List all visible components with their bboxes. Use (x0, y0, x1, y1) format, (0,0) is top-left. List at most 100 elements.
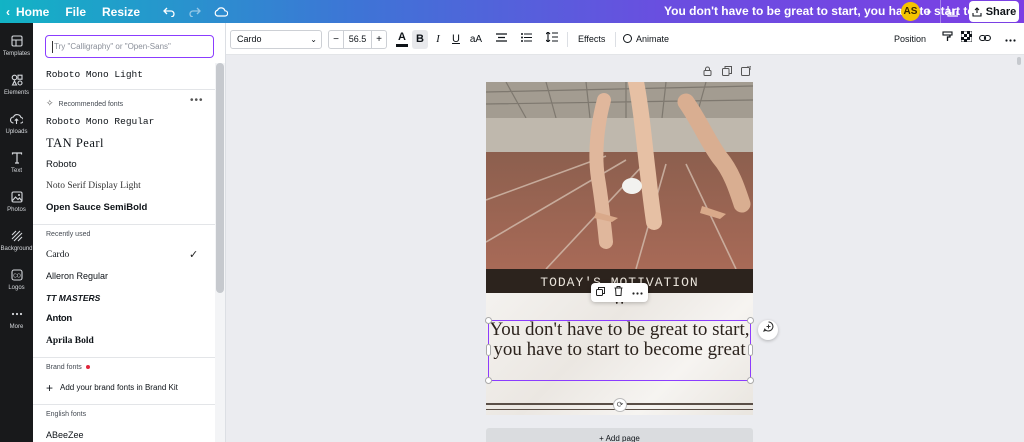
share-button[interactable]: Share (969, 1, 1019, 22)
font-size-input[interactable]: 56.5 (343, 31, 372, 48)
font-family-dropdown[interactable]: Cardo ⌄ (230, 30, 322, 49)
insights-icon[interactable] (940, 0, 964, 23)
rail-label: Background (0, 246, 33, 252)
rail-label: Text (10, 168, 22, 174)
add-brand-fonts-button[interactable]: + Add your brand fonts in Brand Kit (46, 381, 178, 395)
quote-text[interactable]: You don't have to be great to start, you… (488, 320, 751, 359)
rail-label: Elements (3, 90, 29, 96)
logos-icon: CO (10, 268, 24, 282)
trash-icon[interactable] (614, 286, 623, 299)
rotate-handle-icon[interactable]: ⟳ (613, 398, 627, 412)
recommended-fonts-label: ✧ Recommended fonts (46, 98, 123, 109)
brand-fonts-label: Brand fonts (46, 364, 90, 371)
add-people-icon[interactable]: + (921, 0, 935, 23)
recommended-fonts-text: Recommended fonts (58, 101, 124, 108)
font-option-roboto[interactable]: Roboto (46, 155, 77, 175)
checkmark-icon: ✓ (189, 249, 199, 261)
font-option-abeezee[interactable]: ABeeZee (46, 425, 84, 442)
more-options-icon[interactable]: ••• (190, 95, 204, 106)
resize-handle[interactable] (485, 377, 492, 384)
home-label: Home (16, 4, 50, 19)
bold-button[interactable]: B (412, 30, 428, 49)
text-color-button[interactable]: A (393, 30, 411, 49)
italic-button[interactable]: I (431, 30, 445, 49)
sparkle-icon: ✧ (46, 98, 54, 108)
rail-item-elements[interactable]: Elements (0, 69, 33, 103)
decrease-size-button[interactable]: − (329, 31, 343, 48)
text-icon (10, 151, 24, 165)
canvas-scrollbar[interactable] (1015, 55, 1023, 442)
position-button[interactable]: Position (894, 30, 926, 49)
align-center-icon[interactable] (493, 30, 509, 49)
add-page-icon[interactable] (741, 65, 752, 78)
copy-icon[interactable] (595, 286, 605, 299)
chevron-down-icon: ⌄ (310, 35, 317, 44)
font-option-noto-serif-display-light[interactable]: Noto Serif Display Light (46, 176, 141, 196)
font-option-anton[interactable]: Anton (46, 309, 72, 329)
file-menu[interactable]: File (57, 0, 94, 23)
text-color-icon: A (398, 31, 406, 43)
lock-icon[interactable] (703, 66, 712, 78)
brand-fonts-text: Brand fonts (46, 364, 82, 371)
home-button[interactable]: ‹ Home (0, 0, 57, 23)
resize-button[interactable]: Resize (94, 0, 148, 23)
resize-handle[interactable] (747, 317, 754, 324)
sprinter-photo[interactable] (486, 82, 753, 269)
scrollbar-thumb[interactable] (216, 63, 224, 293)
comment-icon[interactable] (758, 320, 778, 340)
avatar[interactable]: AS (901, 2, 920, 21)
list-icon[interactable] (518, 30, 534, 49)
underline-button[interactable]: U (449, 30, 463, 49)
redo-icon[interactable] (182, 0, 208, 23)
font-option-roboto-mono-regular[interactable]: Roboto Mono Regular (46, 112, 154, 132)
divider (33, 224, 215, 225)
increase-size-button[interactable]: + (372, 31, 386, 48)
uploads-icon (10, 112, 24, 126)
top-bar: ‹ Home File Resize You don't have to be … (0, 0, 1024, 23)
font-option-alleron-regular[interactable]: Alleron Regular (46, 266, 108, 286)
font-option-tan-pearl[interactable]: TAN Pearl (46, 133, 104, 153)
divider (33, 89, 215, 90)
more-options-icon[interactable] (632, 287, 643, 298)
resize-handle[interactable] (747, 377, 754, 384)
font-option-tt-masters[interactable]: TT MASTERS (46, 288, 100, 308)
rail-item-text[interactable]: Text (0, 147, 33, 181)
font-size-stepper[interactable]: − 56.5 + (328, 30, 387, 49)
design-page[interactable]: TODAY'S MOTIVATION " You don't have to b… (486, 82, 753, 415)
effects-button[interactable]: Effects (578, 30, 605, 49)
spacing-icon[interactable] (544, 30, 560, 49)
add-page-button[interactable]: + Add page (486, 428, 753, 442)
font-search-box[interactable] (45, 35, 214, 58)
paint-format-icon[interactable] (939, 30, 955, 49)
svg-text:CO: CO (13, 273, 21, 279)
resize-handle[interactable] (485, 317, 492, 324)
font-option-aprila-bold[interactable]: Aprila Bold (46, 331, 94, 351)
font-option-open-sauce-semibold[interactable]: Open Sauce SemiBold (46, 198, 147, 218)
duplicate-page-icon[interactable] (722, 66, 732, 78)
more-icon[interactable] (1002, 30, 1018, 49)
scrollbar-thumb[interactable] (1017, 57, 1021, 65)
rail-item-background[interactable]: Background (0, 225, 33, 259)
link-icon[interactable] (977, 30, 993, 49)
font-search-input[interactable] (54, 42, 204, 51)
text-caret (52, 40, 53, 53)
transparency-icon[interactable] (958, 30, 974, 49)
undo-icon[interactable] (156, 0, 182, 23)
more-icon (10, 307, 24, 321)
rail-item-photos[interactable]: Photos (0, 186, 33, 220)
panel-scrollbar[interactable] (215, 63, 225, 442)
side-handle[interactable] (748, 344, 753, 356)
elements-icon (10, 73, 24, 87)
animate-button[interactable]: Animate (623, 30, 669, 49)
font-option-cardo[interactable]: Cardo (46, 245, 69, 265)
rail-label: Logos (8, 285, 25, 291)
rail-item-templates[interactable]: Templates (0, 30, 33, 64)
rail-item-more[interactable]: More (0, 303, 33, 337)
cloud-sync-icon[interactable] (208, 0, 234, 23)
font-option-roboto-mono-light[interactable]: Roboto Mono Light (46, 65, 143, 85)
rail-item-logos[interactable]: CO Logos (0, 264, 33, 298)
side-handle[interactable] (486, 344, 491, 356)
recently-used-label: Recently used (46, 231, 91, 238)
rail-item-uploads[interactable]: Uploads (0, 108, 33, 142)
letter-case-button[interactable]: aA (467, 30, 485, 49)
